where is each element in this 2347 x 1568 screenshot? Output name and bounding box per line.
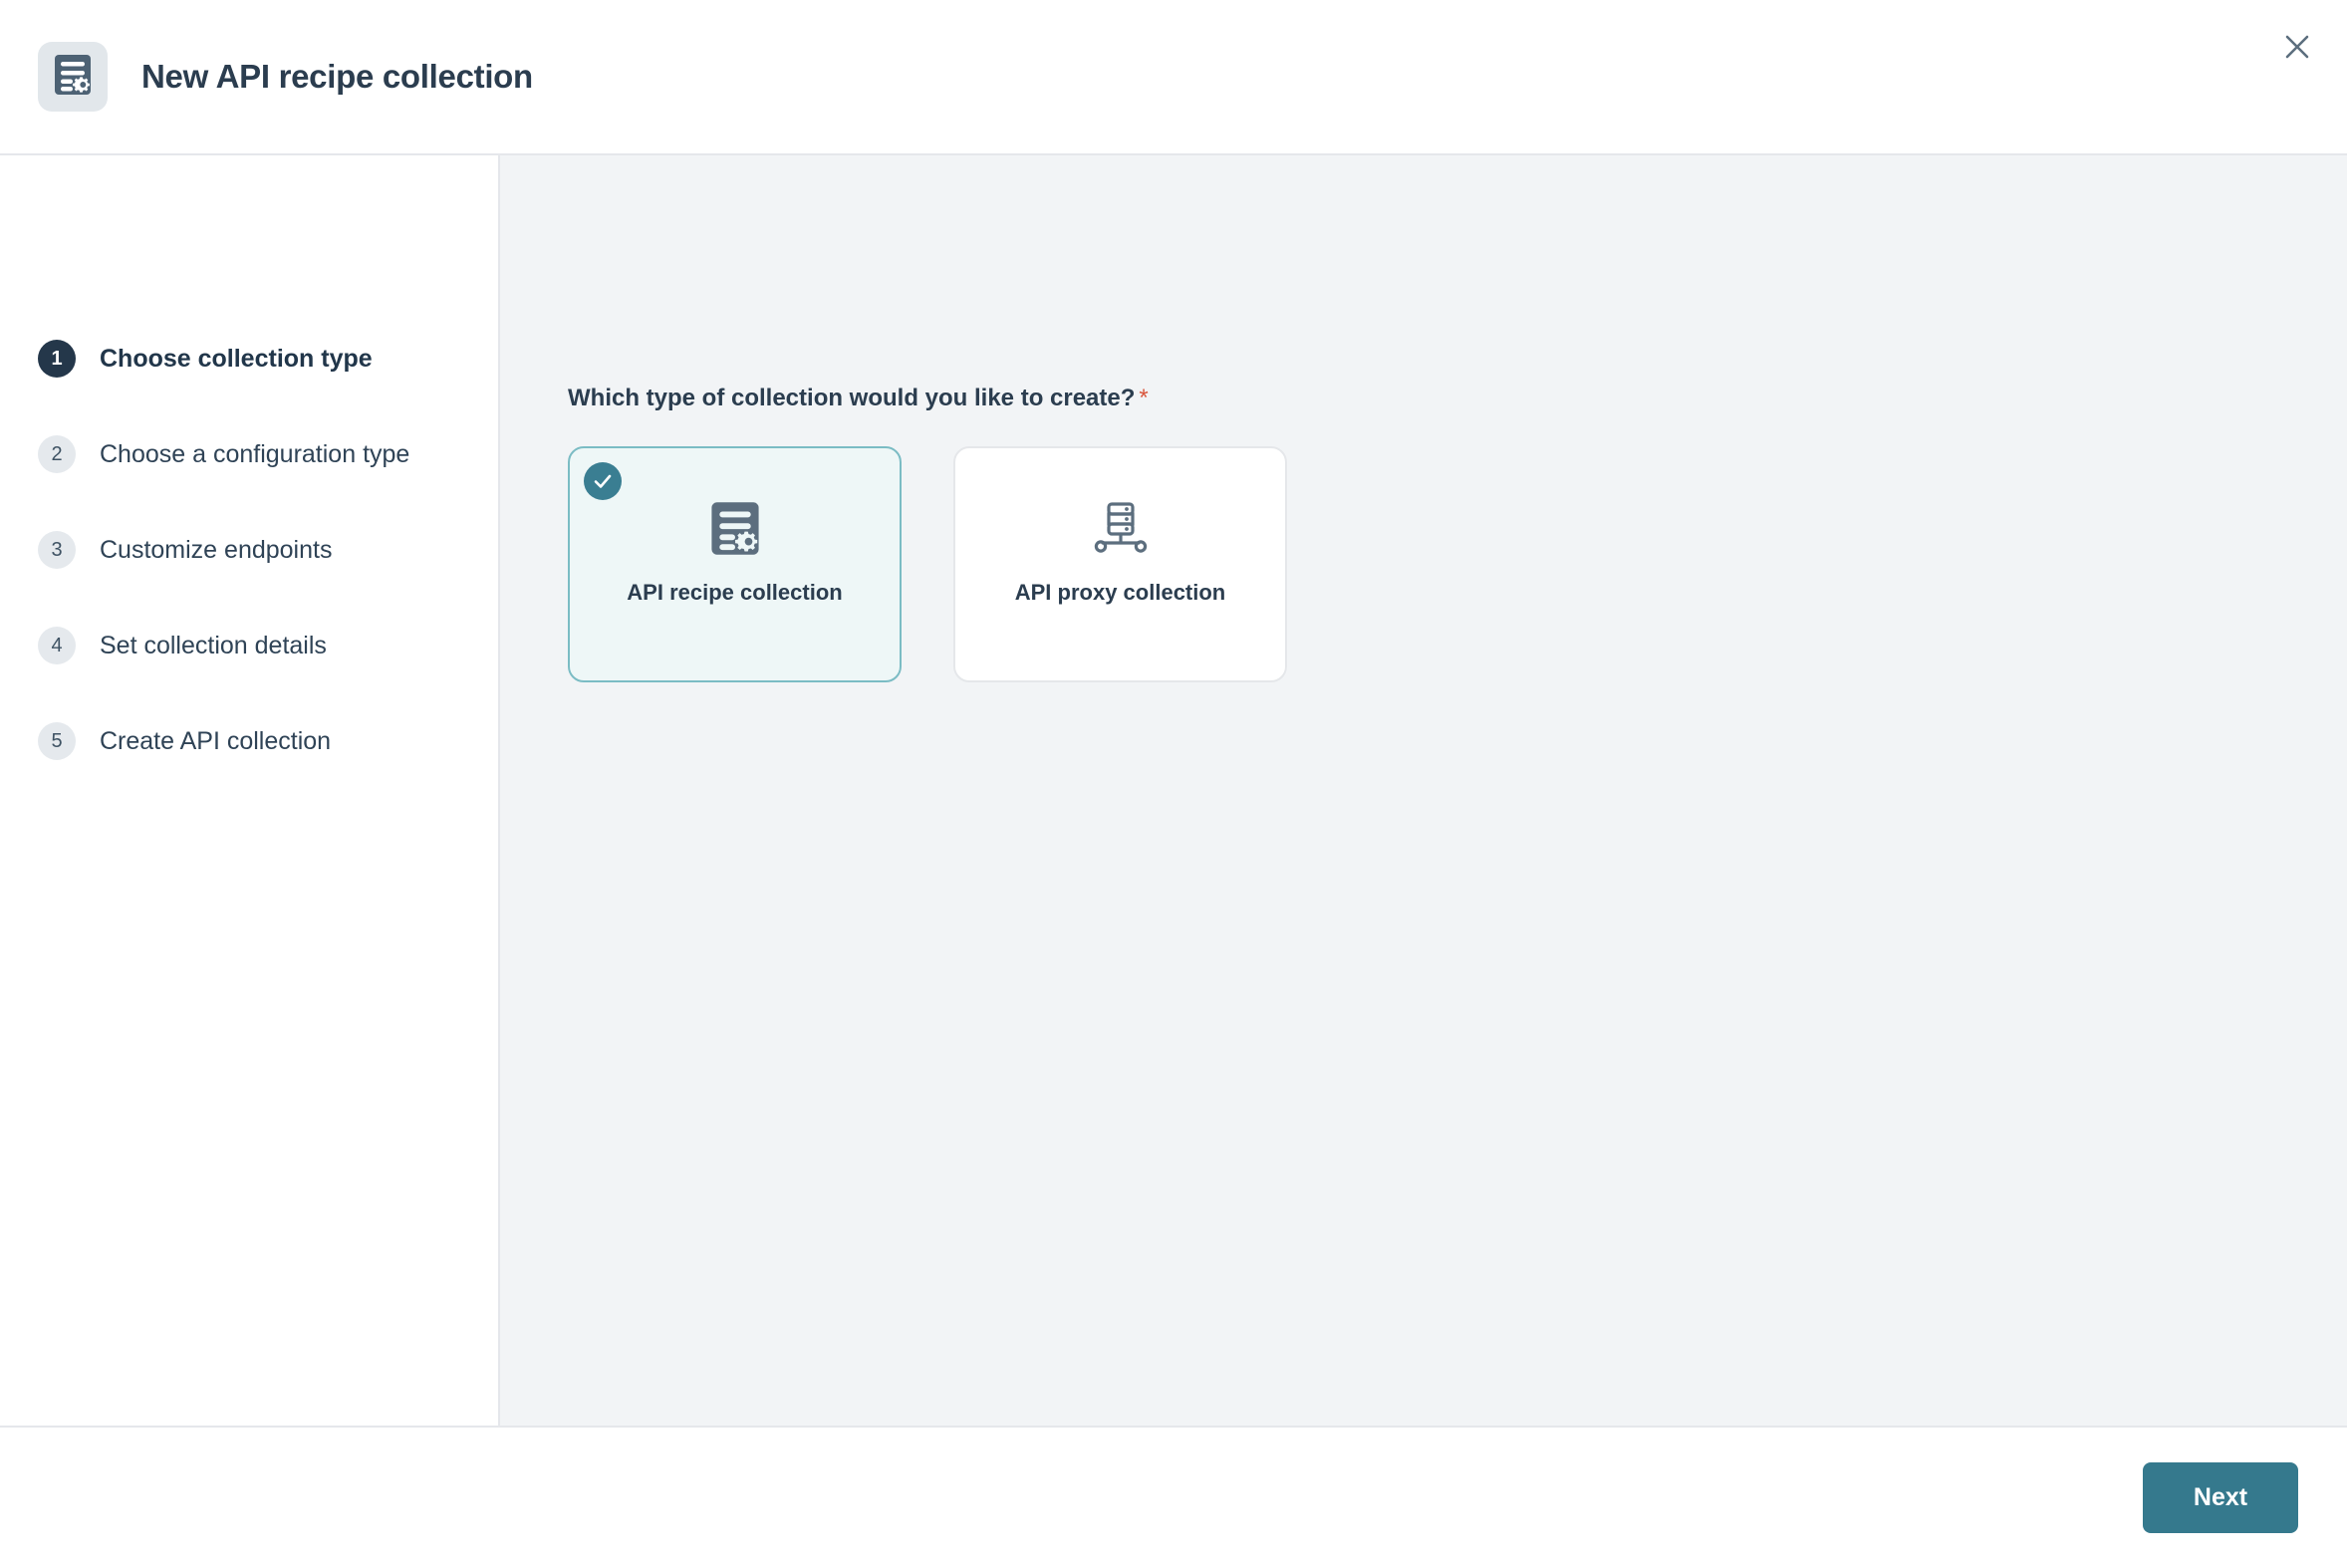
required-marker: *: [1139, 385, 1149, 411]
sidebar-step-choose-a-configuration-type[interactable]: 2 Choose a configuration type: [0, 428, 498, 480]
header-icon-tile: [38, 42, 108, 112]
next-button[interactable]: Next: [2143, 1462, 2298, 1533]
step-label: Set collection details: [100, 631, 327, 659]
wizard-steps-sidebar: 1 Choose collection type 2 Choose a conf…: [0, 155, 500, 1426]
new-api-recipe-collection-dialog: New API recipe collection 1 Choose colle…: [0, 0, 2347, 1568]
sidebar-step-set-collection-details[interactable]: 4 Set collection details: [0, 620, 498, 671]
step-label: Create API collection: [100, 726, 332, 755]
close-icon: [2284, 34, 2310, 63]
dialog-footer: Next: [0, 1428, 2347, 1568]
sidebar-step-choose-collection-type[interactable]: 1 Choose collection type: [0, 333, 498, 385]
dialog-body: 1 Choose collection type 2 Choose a conf…: [0, 155, 2347, 1428]
card-icon-wrapper: [710, 502, 760, 560]
step-label: Choose a configuration type: [100, 439, 410, 468]
step-number-badge: 1: [38, 340, 76, 378]
dialog-header: New API recipe collection: [0, 0, 2347, 155]
card-icon-wrapper: [1093, 502, 1149, 560]
question-text: Which type of collection would you like …: [568, 385, 1136, 411]
collection-type-question: Which type of collection would you like …: [568, 385, 2347, 412]
close-button[interactable]: [2269, 20, 2325, 76]
step-number-badge: 2: [38, 435, 76, 473]
step-label: Customize endpoints: [100, 535, 333, 564]
option-card-api-recipe-collection[interactable]: API recipe collection: [568, 446, 902, 682]
sidebar-step-create-api-collection[interactable]: 5 Create API collection: [0, 715, 498, 767]
page-title: New API recipe collection: [141, 58, 533, 95]
check-circle-icon: [584, 462, 622, 500]
server-network-icon: [1093, 501, 1149, 561]
sidebar-step-customize-endpoints[interactable]: 3 Customize endpoints: [0, 524, 498, 576]
card-label: API recipe collection: [627, 580, 843, 605]
collection-type-options: API recipe collection API proxy collecti…: [568, 446, 2347, 682]
step-label: Choose collection type: [100, 344, 373, 373]
main-content: Which type of collection would you like …: [500, 155, 2347, 1426]
option-card-api-proxy-collection[interactable]: API proxy collection: [953, 446, 1287, 682]
document-gear-icon: [710, 501, 760, 561]
step-number-badge: 4: [38, 627, 76, 664]
step-number-badge: 3: [38, 531, 76, 569]
card-label: API proxy collection: [1014, 580, 1226, 605]
document-gear-icon: [54, 54, 92, 101]
step-number-badge: 5: [38, 722, 76, 760]
